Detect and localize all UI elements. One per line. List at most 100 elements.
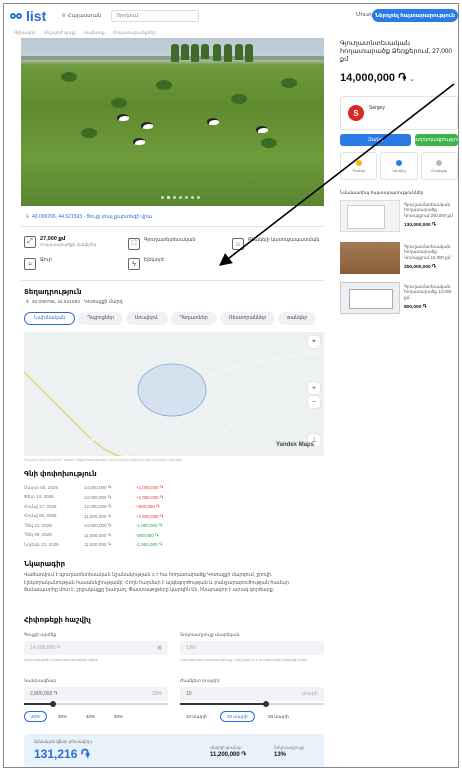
photo-bush: [281, 78, 297, 88]
rate-hint: Ստանդարտ տոկոսադրույք, որը կարող է տարբե…: [180, 658, 308, 662]
photo-tree: [213, 44, 221, 61]
seller-name[interactable]: Sergey: [369, 105, 385, 111]
price-history-title: Գնի փոփոխություն: [24, 471, 97, 478]
rate-label: Տոկոսադրույք տարեկան: [180, 632, 240, 637]
search-input[interactable]: [111, 10, 200, 22]
table-row: Նոյեմբ 22, 2025 11,500,000 ֏ -1,500,000 ֏: [24, 541, 163, 548]
similar-listing[interactable]: Գյուղատնտեսական հողատարածք Կոտայքում 200…: [340, 200, 458, 232]
similar-thumbnail: [340, 242, 400, 274]
photo-tree: [171, 44, 179, 62]
loan-value: 11,200,000 ֏: [210, 752, 246, 758]
map[interactable]: ⌖ + − ⊥: [24, 332, 324, 456]
downpayment-label: Կանխավճար: [24, 678, 57, 683]
downpayment-40[interactable]: 40%: [80, 711, 101, 722]
photo-bush: [111, 98, 127, 108]
rate-field[interactable]: 13%: [180, 641, 324, 655]
call-button[interactable]: Զանգ: [340, 134, 411, 146]
photo-bush: [81, 128, 97, 138]
downpayment-30[interactable]: 30%: [52, 711, 73, 722]
table-row: Փետ 24, 2026 13,000,000 ֏ +1,000,000 ֏: [24, 494, 164, 500]
area-icon: ⤢: [24, 236, 36, 248]
price-hint: Սահմանված է հայտարարության գնից: [24, 658, 98, 662]
message-button[interactable]: Հաղորդագրություն: [411, 134, 458, 146]
loan-label: Վարկի գումար: [210, 745, 242, 750]
similar-thumbnail: [340, 200, 400, 232]
electricity-icon: ϟ: [128, 258, 140, 270]
logo-text: list: [26, 8, 47, 24]
water-icon: ≈: [24, 258, 36, 270]
logo[interactable]: list: [10, 8, 46, 24]
photo-tree: [224, 44, 232, 62]
breadcrumb-item[interactable]: Վաճառք: [84, 30, 105, 36]
address: ⌾ 40.099765, 44.621593 · Կոտայքի մարզ: [26, 299, 123, 306]
downpayment-20[interactable]: 20%: [24, 711, 48, 722]
report-button[interactable]: Բողոքել: [420, 152, 458, 180]
location-selector[interactable]: ⌾ Հայաստան: [62, 13, 101, 20]
breadcrumb-item[interactable]: Հողատարածքներ: [113, 30, 157, 36]
map-brand[interactable]: Yandex Maps: [276, 442, 314, 448]
chip-default[interactable]: Նախնական: [24, 312, 76, 325]
downpayment-field[interactable]: 2,800,000 ֏ 20%: [24, 687, 168, 701]
listing-title: Գյուղատնտեսական հողատարածք Ձեռքերում, 27…: [340, 40, 453, 63]
downpayment-50[interactable]: 50%: [108, 711, 129, 722]
term-label: Ժամկետ (տարի): [180, 678, 220, 683]
term-30[interactable]: 30 տարի: [262, 711, 295, 722]
feature-land-type: ⛶ Գյուղատնտեսական: [128, 238, 196, 250]
feature-electricity: ϟ Էլեկտրէ: [128, 258, 165, 270]
post-ad-button[interactable]: Ներդրել հայտարարություն: [372, 9, 458, 22]
chip-restaurants[interactable]: Ռեստորաններ: [219, 312, 276, 325]
photo-bush: [231, 94, 247, 104]
description-text: Վաճառվում է գյուղատնտեսական նշանակության…: [24, 573, 291, 593]
listing-price: 14,000,000 ֏ ⌄: [340, 72, 416, 84]
photo-bush: [61, 72, 77, 82]
calculator-title: Հիփոթեքի հաշվիչ: [24, 617, 91, 624]
map-note: Ինչպես նկատում եմ՝ Yandex Maps ծառայությ…: [24, 458, 183, 462]
poi-filter: Նախնական Դպրոցներ Սուպերմ. Դեղատներ Ռեստ…: [24, 312, 317, 325]
avatar: S: [348, 105, 364, 121]
chip-schools[interactable]: Դպրոցներ: [78, 312, 123, 325]
zoom-in-button[interactable]: +: [308, 382, 320, 394]
similar-listing[interactable]: Գյուղատնտեսական հողատարածք Կոտայքում 15,…: [340, 242, 458, 274]
chevron-down-icon[interactable]: ⌄: [409, 76, 415, 83]
downpayment-slider[interactable]: [24, 701, 168, 707]
flag-icon: [436, 159, 443, 166]
photo-tree: [191, 44, 199, 62]
listing-photo[interactable]: [21, 38, 324, 206]
location-label: Հայաստան: [67, 13, 102, 19]
seller-card[interactable]: S Sergey: [340, 96, 458, 130]
similar-title: Նմանատիպ հայտարարություններ: [340, 190, 424, 195]
price-field[interactable]: 14,000,000 ֏ ▣: [24, 641, 168, 655]
price-history-table: Մարտ 05, 2026 14,000,000 ֏ +1,000,000 ֏ Փե…: [24, 483, 214, 550]
term-20[interactable]: 20 տարի: [220, 711, 255, 722]
result-label: Ամսական վճար (մոտավոր): [34, 739, 92, 744]
chip-banks[interactable]: Bանկեր: [278, 312, 317, 325]
term-slider[interactable]: [180, 701, 324, 707]
breadcrumb-item[interactable]: Գլխավոր: [14, 30, 36, 36]
table-row: Մարտ 05, 2026 14,000,000 ֏ +1,000,000 ֏: [24, 484, 164, 491]
photo-tree: [245, 44, 253, 62]
similar-listing[interactable]: Գյուղատնտեսական հողատարածք 13,000 քմ 800…: [340, 282, 458, 314]
share-button[interactable]: Կիսվել: [380, 152, 418, 180]
geolocate-icon[interactable]: ⌖: [308, 336, 320, 348]
pin-icon: ⌾: [62, 12, 66, 19]
zoom-out-button[interactable]: −: [308, 396, 320, 408]
chip-supermarkets[interactable]: Սուպերմ.: [125, 312, 168, 325]
feature-area: ⤢ 27,000 քմ Հողատարածքի մակերես: [24, 236, 96, 248]
description-title: Նկարագիր: [24, 561, 66, 568]
pin-icon: ⌾: [26, 300, 29, 305]
save-button[interactable]: Պահել: [340, 152, 378, 180]
chip-pharmacies[interactable]: Դեղատներ: [170, 312, 217, 325]
photo-pagination[interactable]: [161, 196, 200, 199]
breadcrumb-item[interactable]: Անշարժ գույք: [44, 30, 76, 36]
photo-stork: [117, 114, 129, 121]
coordinates-link[interactable]: ⌾ 40.099765, 44.621593 · Ցույց տալ քարտե…: [26, 214, 152, 220]
share-icon: [395, 159, 402, 166]
term-10[interactable]: 10 տարի: [180, 711, 213, 722]
feature-water: ≈ Ջուր: [24, 258, 52, 270]
rate2-value: 13%: [274, 752, 287, 758]
term-field[interactable]: 10 տարի: [180, 687, 324, 701]
photo-stork: [256, 126, 268, 133]
table-row: Դեկ 09, 2025 11,000,000 ֏ -500,000 ֏: [24, 532, 159, 538]
divider: [21, 280, 324, 281]
price-label: Գույքի արժեք: [24, 632, 57, 637]
